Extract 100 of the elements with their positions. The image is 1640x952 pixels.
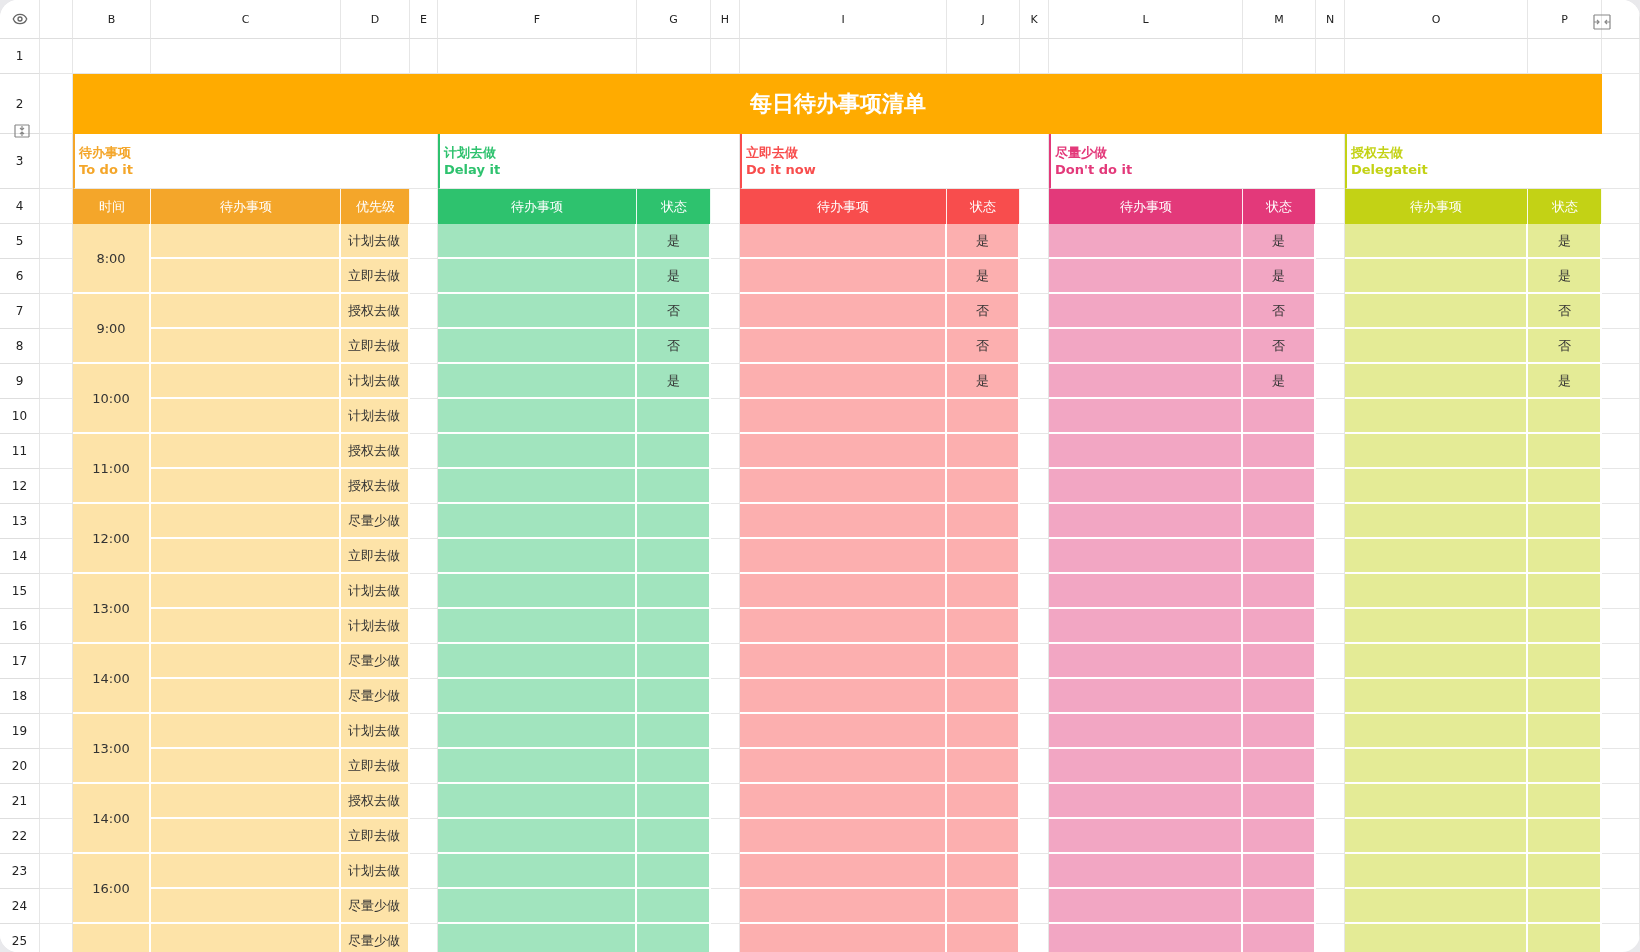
priority-cell: 计划去做: [341, 854, 410, 889]
column-header[interactable]: P: [1528, 0, 1602, 39]
column-header[interactable]: G: [637, 0, 711, 39]
row-header[interactable]: 25: [0, 924, 40, 952]
row-header[interactable]: 4: [0, 189, 40, 224]
section-subtitle: Don't do it: [1055, 162, 1134, 178]
column-header[interactable]: F: [438, 0, 637, 39]
status-cell: 是: [1243, 259, 1316, 294]
row-header[interactable]: 23: [0, 854, 40, 889]
column-header[interactable]: I: [740, 0, 947, 39]
row-header[interactable]: 1: [0, 39, 40, 74]
column-title: 时间: [73, 189, 151, 224]
status-cell: 否: [1528, 294, 1602, 329]
row-header[interactable]: 15: [0, 574, 40, 609]
status-cell: 是: [947, 364, 1020, 399]
status-cell: 是: [1243, 224, 1316, 259]
row-header[interactable]: 14: [0, 539, 40, 574]
column-header[interactable]: O: [1345, 0, 1528, 39]
row-header[interactable]: 24: [0, 889, 40, 924]
status-cell: 是: [637, 259, 711, 294]
column-header[interactable]: K: [1020, 0, 1049, 39]
column-header[interactable]: E: [410, 0, 438, 39]
status-cell: 是: [947, 224, 1020, 259]
row-header[interactable]: 13: [0, 504, 40, 539]
row-header[interactable]: 3: [0, 134, 40, 189]
column-header[interactable]: B: [73, 0, 151, 39]
column-header[interactable]: J: [947, 0, 1020, 39]
time-cell: 13:00: [73, 714, 151, 784]
time-cell: 14:00: [73, 644, 151, 714]
section-title: 授权去做: [1351, 145, 1404, 161]
column-title: 待办事项: [740, 189, 947, 224]
priority-cell: 立即去做: [341, 259, 410, 294]
row-header[interactable]: 11: [0, 434, 40, 469]
eye-icon[interactable]: [11, 11, 28, 27]
priority-cell: 尽量少做: [341, 644, 410, 679]
priority-cell: 立即去做: [341, 819, 410, 854]
priority-cell: 授权去做: [341, 294, 410, 329]
priority-cell: 计划去做: [341, 399, 410, 434]
row-header[interactable]: 20: [0, 749, 40, 784]
priority-cell: 尽量少做: [341, 679, 410, 714]
section-subtitle: Delegateit: [1351, 162, 1429, 178]
row-header[interactable]: 17: [0, 644, 40, 679]
column-title: 待办事项: [1049, 189, 1243, 224]
status-cell: 是: [1528, 364, 1602, 399]
status-cell: 否: [1243, 329, 1316, 364]
row-header[interactable]: 16: [0, 609, 40, 644]
priority-cell: 计划去做: [341, 364, 410, 399]
row-resize-icon[interactable]: [14, 124, 30, 138]
priority-cell: 立即去做: [341, 329, 410, 364]
time-cell: 13:00: [73, 574, 151, 644]
status-cell: 否: [1528, 329, 1602, 364]
priority-cell: 计划去做: [341, 714, 410, 749]
row-header[interactable]: 21: [0, 784, 40, 819]
priority-cell: 计划去做: [341, 574, 410, 609]
column-header[interactable]: D: [341, 0, 410, 39]
status-cell: 是: [947, 259, 1020, 294]
section-title: 计划去做: [444, 145, 497, 161]
column-title: 状态: [947, 189, 1020, 224]
column-header[interactable]: L: [1049, 0, 1243, 39]
column-title: 状态: [1528, 189, 1602, 224]
priority-cell: 计划去做: [341, 224, 410, 259]
priority-cell: 授权去做: [341, 784, 410, 819]
column-header[interactable]: H: [711, 0, 740, 39]
time-cell: 10:00: [73, 364, 151, 434]
status-cell: 否: [637, 294, 711, 329]
row-header[interactable]: 2: [0, 74, 40, 134]
time-cell: 14:00: [73, 784, 151, 854]
status-cell: 否: [637, 329, 711, 364]
row-header[interactable]: 7: [0, 294, 40, 329]
column-header[interactable]: N: [1316, 0, 1345, 39]
status-cell: 否: [947, 294, 1020, 329]
row-header[interactable]: 19: [0, 714, 40, 749]
column-title: 待办事项: [151, 189, 341, 224]
row-header[interactable]: 5: [0, 224, 40, 259]
row-header[interactable]: 9: [0, 364, 40, 399]
row-header[interactable]: 10: [0, 399, 40, 434]
status-cell: 是: [637, 224, 711, 259]
row-header[interactable]: 6: [0, 259, 40, 294]
time-cell: 9:00: [73, 294, 151, 364]
column-title: 待办事项: [1345, 189, 1528, 224]
row-header[interactable]: 22: [0, 819, 40, 854]
priority-cell: 授权去做: [341, 434, 410, 469]
column-header[interactable]: M: [1243, 0, 1316, 39]
status-cell: 是: [637, 364, 711, 399]
column-header[interactable]: C: [151, 0, 341, 39]
row-header[interactable]: 18: [0, 679, 40, 714]
column-resize-icon[interactable]: [1593, 14, 1611, 30]
column-header[interactable]: [1602, 0, 1640, 39]
status-cell: 是: [1528, 259, 1602, 294]
priority-cell: 尽量少做: [341, 924, 410, 952]
row-header[interactable]: 8: [0, 329, 40, 364]
column-title: 待办事项: [438, 189, 637, 224]
time-cell: 16:00: [73, 854, 151, 924]
section-subtitle: To do it: [79, 162, 135, 178]
row-header[interactable]: 12: [0, 469, 40, 504]
status-cell: 是: [1243, 364, 1316, 399]
section-subtitle: Delay it: [444, 162, 502, 178]
priority-cell: 立即去做: [341, 749, 410, 784]
column-title: 状态: [637, 189, 711, 224]
column-title: 优先级: [341, 189, 410, 224]
